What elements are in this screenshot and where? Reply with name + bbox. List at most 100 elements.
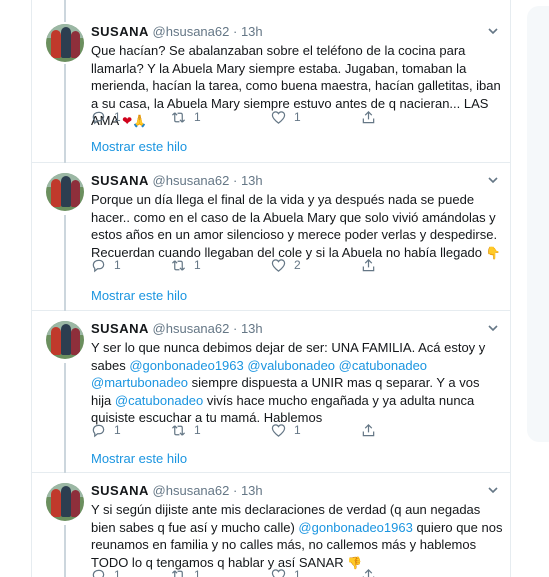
share-icon (362, 423, 375, 436)
retweet-button[interactable]: 1 (171, 256, 201, 274)
mention-link[interactable]: @catubonadeo (339, 358, 427, 373)
tweet-text: Porque un día llega el final de la vida … (91, 191, 503, 261)
timestamp[interactable]: 13h (241, 321, 263, 336)
like-button[interactable]: 1 (271, 108, 301, 126)
reply-count: 1 (114, 423, 121, 437)
separator-dot: · (232, 24, 238, 39)
chevron-down-icon[interactable] (486, 24, 500, 38)
retweet-icon (171, 569, 185, 577)
timestamp[interactable]: 13h (241, 24, 263, 39)
reply-count: 1 (114, 258, 121, 272)
mention-link[interactable]: @gonbonadeo1963 (298, 520, 412, 535)
retweet-count: 1 (194, 568, 201, 577)
tweet[interactable]: SUSANA @hsusana62 · 13h Que hacían? Se a… (32, 0, 512, 163)
avatar[interactable] (46, 173, 84, 211)
thread-line (64, 363, 66, 473)
reply-icon (92, 111, 105, 124)
user-handle[interactable]: @hsusana62 (153, 173, 230, 188)
display-name[interactable]: SUSANA (91, 321, 149, 336)
retweet-icon (171, 259, 186, 271)
left-gutter (0, 0, 31, 577)
pointing-down-emoji-icon: 👇 (485, 245, 501, 260)
thread-line (64, 525, 66, 577)
right-sidebar (511, 0, 549, 577)
retweet-count: 1 (194, 423, 201, 437)
tweet-header: SUSANA @hsusana62 · 13h (91, 24, 263, 42)
avatar[interactable] (46, 321, 84, 359)
like-count: 2 (294, 258, 301, 272)
retweet-count: 1 (194, 110, 201, 124)
tweet-text-part: Porque un día llega el final de la vida … (91, 192, 498, 260)
tweet-actions: 1 1 1 (91, 108, 461, 126)
tweet-actions: 1 1 1 (91, 566, 461, 577)
reply-icon (92, 569, 105, 577)
separator-dot: · (232, 173, 238, 188)
display-name[interactable]: SUSANA (91, 483, 149, 498)
chevron-down-icon[interactable] (486, 483, 500, 497)
reply-count: 1 (114, 110, 121, 124)
retweet-icon (171, 111, 186, 123)
mention-link[interactable]: @valubonadeo (247, 358, 335, 373)
reply-button[interactable]: 1 (91, 421, 121, 439)
reply-button[interactable]: 1 (91, 108, 121, 126)
share-button[interactable] (361, 421, 376, 439)
thread-line (64, 215, 66, 311)
show-thread-link[interactable]: Mostrar este hilo (91, 451, 187, 466)
thread-line (64, 0, 66, 22)
like-button[interactable]: 2 (271, 256, 301, 274)
tweet-header: SUSANA @hsusana62 · 13h (91, 483, 263, 501)
like-icon (271, 110, 286, 124)
share-button[interactable] (361, 108, 376, 126)
tweet-actions: 1 1 2 (91, 256, 461, 274)
retweet-count: 1 (194, 258, 201, 272)
retweet-button[interactable]: 1 (171, 566, 201, 577)
display-name[interactable]: SUSANA (91, 24, 149, 39)
thread-line (64, 64, 66, 163)
user-handle[interactable]: @hsusana62 (153, 321, 230, 336)
chevron-down-icon[interactable] (486, 173, 500, 187)
retweet-icon (171, 424, 186, 436)
timestamp[interactable]: 13h (241, 173, 263, 188)
retweet-button[interactable]: 1 (171, 421, 201, 439)
timestamp[interactable]: 13h (241, 483, 263, 498)
trends-card (527, 6, 549, 442)
like-icon (271, 258, 286, 272)
share-icon (362, 568, 375, 577)
like-count: 1 (294, 423, 301, 437)
separator-dot: · (232, 321, 238, 336)
share-icon (362, 258, 375, 271)
like-count: 1 (294, 568, 301, 577)
mention-link[interactable]: @martubonadeo (91, 375, 188, 390)
avatar[interactable] (46, 24, 84, 62)
tweet-text: Y ser lo que nunca debimos dejar de ser:… (91, 339, 503, 427)
retweet-button[interactable]: 1 (171, 108, 201, 126)
tweet[interactable]: SUSANA @hsusana62 · 13h Porque un día ll… (32, 163, 512, 311)
tweet-header: SUSANA @hsusana62 · 13h (91, 321, 263, 339)
display-name[interactable]: SUSANA (91, 173, 149, 188)
user-handle[interactable]: @hsusana62 (153, 483, 230, 498)
user-handle[interactable]: @hsusana62 (153, 24, 230, 39)
show-thread-link[interactable]: Mostrar este hilo (91, 139, 187, 154)
share-icon (362, 110, 375, 123)
like-icon (271, 568, 286, 577)
like-button[interactable]: 1 (271, 566, 301, 577)
reply-count: 1 (114, 568, 121, 577)
tweet[interactable]: SUSANA @hsusana62 · 13h Y si según dijis… (32, 473, 512, 577)
tweet[interactable]: SUSANA @hsusana62 · 13h Y ser lo que nun… (32, 311, 512, 473)
chevron-down-icon[interactable] (486, 321, 500, 335)
like-count: 1 (294, 110, 301, 124)
share-button[interactable] (361, 566, 376, 577)
tweet-text: Y si según dijiste ante mis declaracione… (91, 501, 503, 571)
mention-link[interactable]: @catubonadeo (115, 393, 203, 408)
timeline: SUSANA @hsusana62 · 13h Que hacían? Se a… (31, 0, 512, 577)
show-thread-link[interactable]: Mostrar este hilo (91, 288, 187, 303)
like-icon (271, 423, 286, 437)
separator-dot: · (232, 483, 238, 498)
avatar[interactable] (46, 483, 84, 521)
reply-button[interactable]: 1 (91, 256, 121, 274)
like-button[interactable]: 1 (271, 421, 301, 439)
reply-button[interactable]: 1 (91, 566, 121, 577)
reply-icon (92, 424, 105, 437)
share-button[interactable] (361, 256, 376, 274)
mention-link[interactable]: @gonbonadeo1963 (129, 358, 243, 373)
